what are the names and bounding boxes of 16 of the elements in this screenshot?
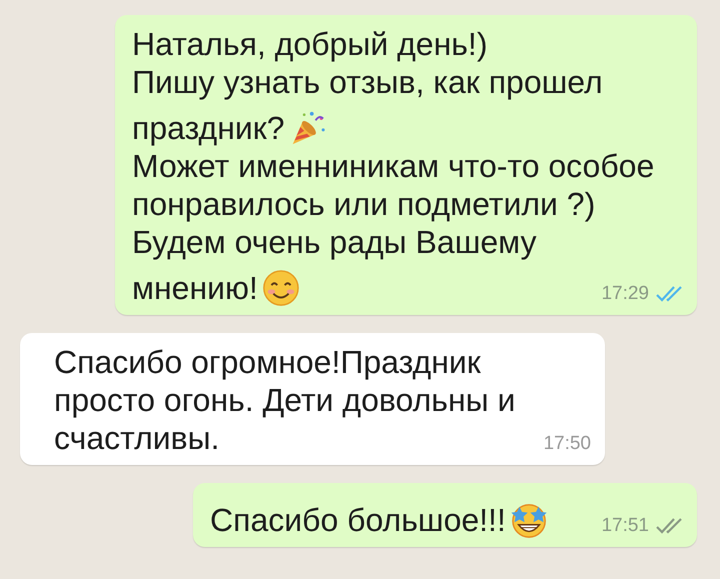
- message-time: 17:50: [543, 433, 591, 455]
- message-text: Пишу узнать отзыв, как прошел: [132, 63, 603, 101]
- message-text: мнению!: [132, 269, 258, 307]
- star-struck-icon: [510, 501, 548, 539]
- message-text: Будем очень рады Вашему: [132, 223, 537, 261]
- message-time: 17:29: [601, 283, 649, 305]
- message-text: Наталья, добрый день!): [132, 25, 488, 63]
- message-text: Может именниникам что-то особое: [132, 147, 654, 185]
- smiling-face-icon: [262, 269, 300, 307]
- message-text: просто огонь. Дети довольны и: [54, 381, 516, 419]
- message-text: праздник?: [132, 109, 285, 147]
- message-text: понравилось или подметили ?): [132, 185, 596, 223]
- message-text: счастливы.: [54, 419, 220, 457]
- message-text: Спасибо огромное!Праздник: [54, 343, 481, 381]
- message-time: 17:51: [601, 515, 649, 537]
- message-text: Спасибо большое!!!: [210, 501, 506, 539]
